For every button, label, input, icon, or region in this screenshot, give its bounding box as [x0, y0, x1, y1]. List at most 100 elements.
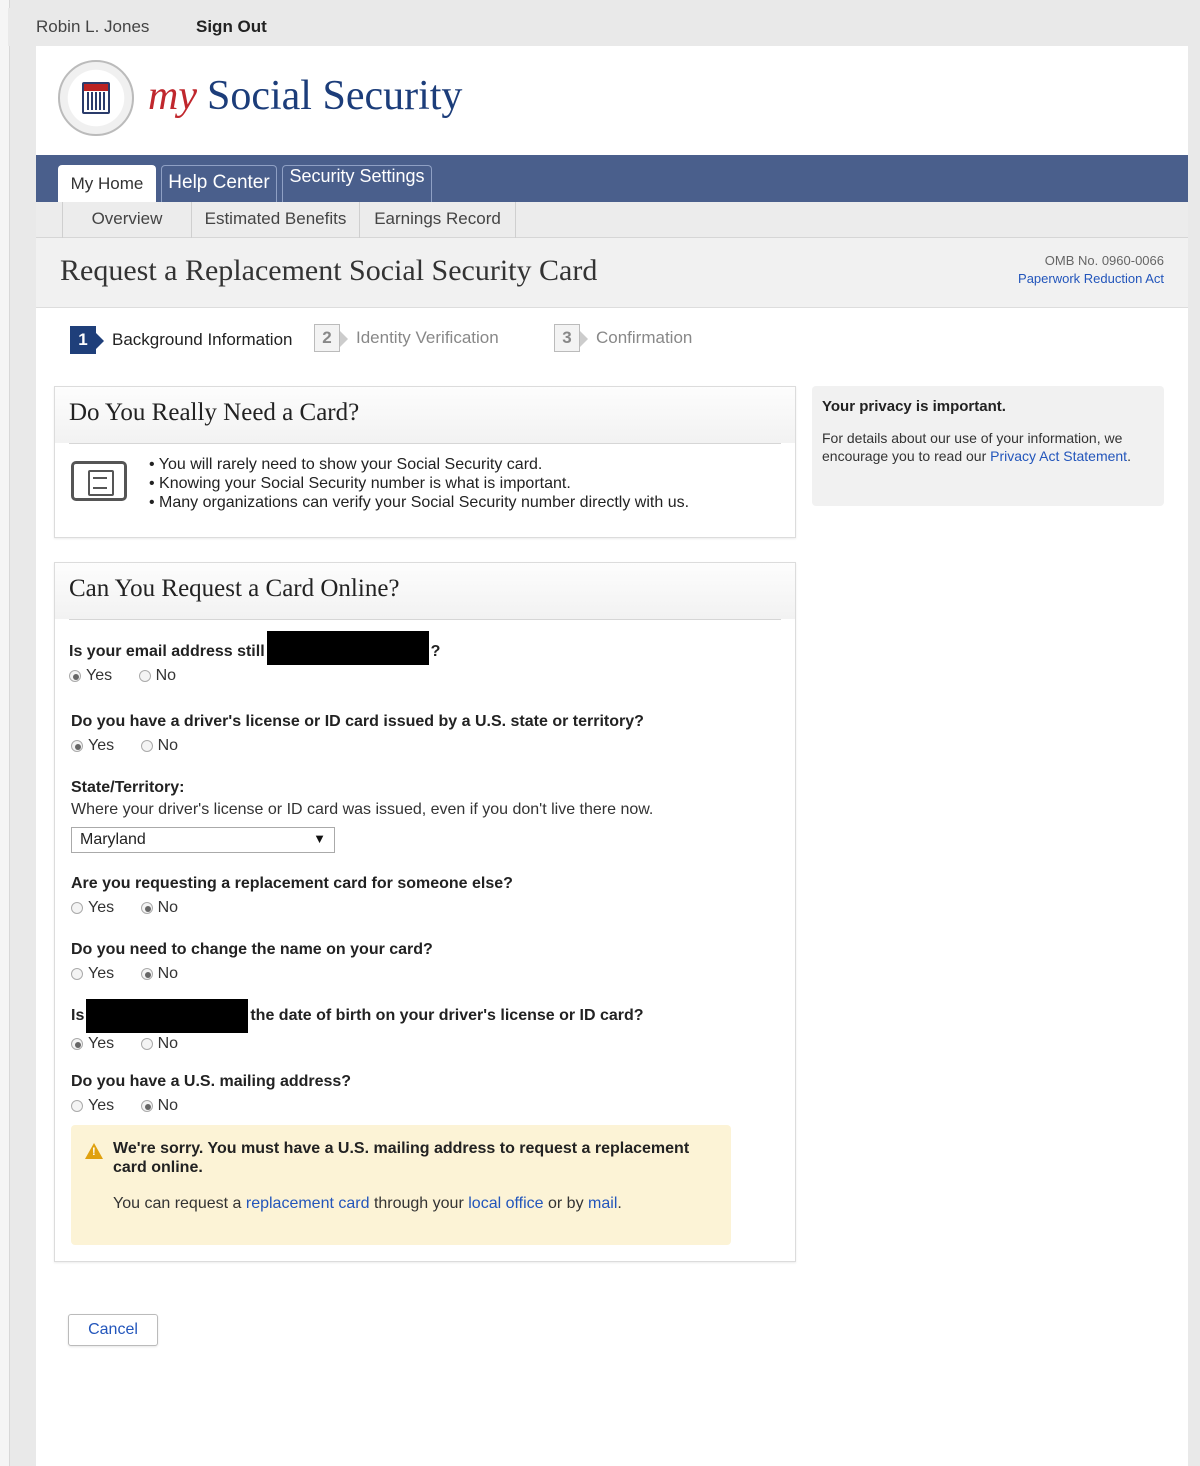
- step-confirmation: 3 Confirmation: [554, 324, 692, 354]
- list-item: Knowing your Social Security number is w…: [149, 474, 689, 493]
- radio-label: No: [155, 667, 177, 684]
- step-label: Confirmation: [596, 328, 693, 347]
- question-text: Is: [71, 1007, 85, 1024]
- question-text: Do you need to change the name on your c…: [71, 941, 433, 958]
- someone-else-no-radio[interactable]: No: [140, 899, 179, 917]
- step-number: 2: [314, 324, 348, 352]
- radio-label: Yes: [88, 1097, 115, 1114]
- select-value: Maryland: [80, 831, 146, 848]
- omb-info: OMB No. 0960-0066 Paperwork Reduction Ac…: [1018, 252, 1164, 288]
- user-name: Robin L. Jones: [36, 17, 150, 36]
- warning-text: through your: [373, 1195, 464, 1212]
- email-no-radio[interactable]: No: [138, 667, 177, 685]
- question-text: Is your email address still: [69, 643, 265, 660]
- privacy-heading: Your privacy is important.: [822, 398, 1006, 415]
- step-number: 3: [554, 324, 588, 352]
- step-number: 1: [70, 326, 104, 354]
- redacted-block: [266, 631, 429, 665]
- question-change-name: Do you need to change the name on your c…: [71, 941, 433, 985]
- step-identity: 2 Identity Verification: [314, 324, 499, 354]
- sub-nav: Overview Estimated Benefits Earnings Rec…: [36, 202, 1188, 238]
- warning-icon: !: [85, 1143, 103, 1159]
- privacy-end: .: [1127, 448, 1131, 464]
- site-header: my Social Security: [36, 46, 1188, 156]
- replacement-card-link[interactable]: replacement card: [246, 1195, 370, 1212]
- user-bar: Robin L. Jones Sign Out: [8, 8, 1200, 46]
- request-online-panel: Can You Request a Card Online? Is your e…: [54, 562, 796, 1262]
- radio-label: No: [157, 737, 179, 754]
- radio-label: Yes: [88, 1035, 115, 1052]
- radio-label: No: [157, 1035, 179, 1052]
- id-card-icon: [71, 461, 127, 501]
- license-no-radio[interactable]: No: [140, 737, 179, 755]
- warning-body: You can request a replacement card throu…: [113, 1195, 713, 1213]
- omb-number: OMB No. 0960-0066: [1044, 253, 1164, 268]
- ssa-seal-icon: [58, 60, 134, 136]
- dob-no-radio[interactable]: No: [140, 1035, 179, 1053]
- warning-message: ! We're sorry. You must have a U.S. mail…: [71, 1125, 731, 1245]
- privacy-act-link[interactable]: Privacy Act Statement: [990, 448, 1127, 464]
- dropdown-arrow-icon: ▼: [313, 831, 326, 846]
- tab-security-settings[interactable]: Security Settings: [282, 165, 432, 203]
- step-label: Identity Verification: [356, 328, 499, 347]
- license-yes-radio[interactable]: Yes: [71, 737, 114, 755]
- main-nav: My Home Help Center Security Settings: [36, 155, 1188, 203]
- page-frame: my Social Security My Home Help Center Se…: [36, 46, 1188, 1466]
- radio-label: No: [157, 899, 179, 916]
- warning-text: or by: [548, 1195, 584, 1212]
- logo-my: my: [148, 73, 197, 119]
- radio-label: No: [157, 965, 179, 982]
- progress-steps: 1 Background Information 2 Identity Verifi…: [36, 308, 1188, 378]
- question-drivers-license: Do you have a driver's license or ID car…: [71, 713, 644, 757]
- list-item: You will rarely need to show your Social…: [149, 455, 689, 474]
- question-text: Do you have a U.S. mailing address?: [71, 1073, 352, 1090]
- question-mailing-address: Do you have a U.S. mailing address? Yes …: [71, 1073, 351, 1117]
- page-title: Request a Replacement Social Security Ca…: [60, 254, 598, 287]
- site-logo[interactable]: my Social Security: [148, 72, 462, 120]
- question-someone-else: Are you requesting a replacement card fo…: [71, 875, 513, 919]
- radio-label: Yes: [88, 899, 115, 916]
- logo-name: Social Security: [206, 73, 463, 119]
- question-help: Where your driver's license or ID card w…: [71, 801, 654, 818]
- tab-help-center[interactable]: Help Center: [161, 165, 277, 203]
- step-label: Background Information: [112, 330, 293, 349]
- radio-label: No: [157, 1097, 179, 1114]
- sign-out-link[interactable]: Sign Out: [196, 17, 267, 37]
- subtab-estimated-benefits[interactable]: Estimated Benefits: [192, 202, 360, 238]
- subtab-overview[interactable]: Overview: [62, 202, 192, 238]
- email-yes-radio[interactable]: Yes: [69, 667, 112, 685]
- question-text: Do you have a driver's license or ID car…: [71, 713, 644, 730]
- someone-else-yes-radio[interactable]: Yes: [71, 899, 114, 917]
- question-text: Are you requesting a replacement card fo…: [71, 875, 513, 892]
- mail-link[interactable]: mail: [588, 1195, 617, 1212]
- local-office-link[interactable]: local office: [468, 1195, 543, 1212]
- mailing-yes-radio[interactable]: Yes: [71, 1097, 114, 1115]
- radio-label: Yes: [88, 965, 115, 982]
- left-edge: [0, 0, 10, 1466]
- privacy-sidebar: Your privacy is important. For details a…: [812, 386, 1164, 506]
- mailing-no-radio[interactable]: No: [140, 1097, 179, 1115]
- privacy-text: For details about our use of your inform…: [822, 429, 1154, 465]
- radio-label: Yes: [86, 667, 113, 684]
- question-state: State/Territory: Where your driver's lic…: [71, 779, 653, 853]
- subtab-earnings-record[interactable]: Earnings Record: [360, 202, 516, 238]
- question-text: State/Territory:: [71, 779, 185, 796]
- need-card-panel: Do You Really Need a Card? You will rare…: [54, 386, 796, 538]
- question-text-end: ?: [430, 643, 441, 660]
- paperwork-reduction-link[interactable]: Paperwork Reduction Act: [1018, 271, 1164, 286]
- panel-title: Do You Really Need a Card?: [55, 387, 795, 443]
- redacted-block: [86, 999, 249, 1033]
- change-name-no-radio[interactable]: No: [140, 965, 179, 983]
- bullet-list: You will rarely need to show your Social…: [149, 455, 689, 512]
- question-date-of-birth: Is the date of birth on your driver's li…: [71, 999, 644, 1055]
- cancel-button[interactable]: Cancel: [68, 1314, 158, 1346]
- change-name-yes-radio[interactable]: Yes: [71, 965, 114, 983]
- question-email: Is your email address still ? Yes No: [69, 631, 441, 687]
- state-select[interactable]: Maryland ▼: [71, 827, 335, 853]
- title-bar: Request a Replacement Social Security Ca…: [36, 238, 1188, 308]
- radio-label: Yes: [88, 737, 115, 754]
- dob-yes-radio[interactable]: Yes: [71, 1035, 114, 1053]
- list-item: Many organizations can verify your Socia…: [149, 493, 689, 512]
- tab-my-home[interactable]: My Home: [58, 165, 156, 203]
- panel-title: Can You Request a Card Online?: [55, 563, 795, 619]
